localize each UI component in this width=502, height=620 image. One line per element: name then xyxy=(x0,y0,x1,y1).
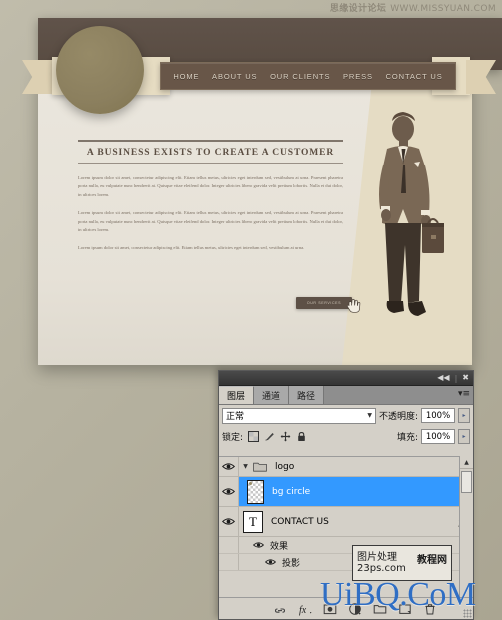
top-watermark-url: WWW.MISSYUAN.COM xyxy=(390,4,496,14)
layer-style-fx-icon[interactable]: fx xyxy=(298,602,312,616)
body-paragraph-1: Lorem ipsum dolor sit amet, consectetur … xyxy=(78,175,343,197)
uibq-watermark: UiBQ.CoM xyxy=(320,576,476,613)
lock-position-move-icon[interactable] xyxy=(280,431,291,442)
collapse-icon[interactable]: ◀◀ xyxy=(437,374,449,382)
eye-icon[interactable] xyxy=(253,541,264,549)
mockup-content-column: A BUSINESS EXISTS TO CREATE A CUSTOMER L… xyxy=(78,140,343,253)
ribbon-tail-left xyxy=(22,60,52,94)
layer-name-bg-circle: bg circle xyxy=(272,486,311,497)
fill-input[interactable]: 100% xyxy=(421,429,455,444)
cta-button-label: OUR SERVICES xyxy=(306,301,342,305)
cta-button-wrapper: OUR SERVICES xyxy=(296,297,361,313)
top-watermark: 思缘设计论坛 WWW.MISSYUAN.COM xyxy=(330,3,496,15)
watermark-box-left: 图片处理 23ps.com xyxy=(353,552,406,574)
link-layers-icon[interactable] xyxy=(273,602,287,616)
our-services-button[interactable]: OUR SERVICES xyxy=(296,297,352,309)
thumbnail-content-dot xyxy=(249,481,252,485)
tab-layers[interactable]: 图层 xyxy=(219,386,255,404)
lock-all-padlock-icon[interactable] xyxy=(296,431,307,442)
opacity-slider-arrow-icon[interactable]: ▸ xyxy=(458,408,470,423)
eye-icon[interactable] xyxy=(222,487,235,496)
businessman-illustration xyxy=(379,112,444,316)
effect-label-drop-shadow: 投影 xyxy=(282,558,301,569)
svg-text:fx: fx xyxy=(299,605,307,616)
scrollbar-thumb[interactable] xyxy=(461,471,472,493)
visibility-cell-contact-us xyxy=(219,507,239,536)
lock-row: 锁定: 填充: 100% ▸ xyxy=(219,426,473,447)
layer-row-bg-circle[interactable]: bg circle xyxy=(219,477,473,507)
tab-channels[interactable]: 通道 xyxy=(254,386,290,404)
nav-item-our-clients[interactable]: OUR CLIENTS xyxy=(267,72,333,81)
mockup-page-sheet: A BUSINESS EXISTS TO CREATE A CUSTOMER L… xyxy=(38,70,472,365)
panel-titlebar: ◀◀ | ✖ xyxy=(219,371,473,386)
titlebar-separator: | xyxy=(454,373,458,383)
fill-label: 填充: xyxy=(396,433,418,443)
watermark-line-1: 图片处理 xyxy=(357,552,397,563)
fill-slider-arrow-icon[interactable]: ▸ xyxy=(458,429,470,444)
lock-transparent-pixels-icon[interactable] xyxy=(248,431,260,442)
watermark-line-2: 23ps.com xyxy=(357,563,406,574)
layer-name-logo: logo xyxy=(275,461,295,472)
lock-image-pixels-brush-icon[interactable] xyxy=(264,431,275,442)
visibility-cell-logo xyxy=(219,457,239,476)
headline-rule-bottom xyxy=(78,163,343,164)
visibility-cell-drop-shadow xyxy=(219,554,239,570)
body-paragraph-2: Lorem ipsum dolor sit amet, consectetur … xyxy=(78,210,343,233)
site-navigation-bar: HOME ABOUT US OUR CLIENTS PRESS CONTACT … xyxy=(160,62,456,90)
hand-cursor-icon xyxy=(346,299,361,313)
blend-mode-row: 正常 ▼ 不透明度: 100% ▸ xyxy=(219,405,473,426)
website-mockup-preview: A BUSINESS EXISTS TO CREATE A CUSTOMER L… xyxy=(0,0,502,400)
panel-tab-strip: 图层 通道 路径 ▾≡ xyxy=(219,386,473,405)
body-paragraph-3: Lorem ipsum dolor sit amet, consectetur … xyxy=(78,245,305,251)
layer-thumbnail-text[interactable]: T xyxy=(243,510,263,533)
tab-paths[interactable]: 路径 xyxy=(289,386,325,404)
nav-item-press[interactable]: PRESS xyxy=(340,72,376,81)
nav-item-contact-us[interactable]: CONTACT US xyxy=(383,72,446,81)
group-disclosure-triangle-icon[interactable]: ▼ xyxy=(239,463,252,470)
scroll-up-arrow-icon[interactable]: ▲ xyxy=(460,456,473,469)
nav-item-home[interactable]: HOME xyxy=(170,72,202,81)
eye-icon[interactable] xyxy=(222,462,235,471)
logo-circle xyxy=(56,26,144,114)
layer-row-logo-group[interactable]: ▼ logo xyxy=(219,457,473,477)
opacity-label: 不透明度: xyxy=(378,412,418,422)
visibility-cell-bg-circle xyxy=(219,477,239,506)
nav-item-about-us[interactable]: ABOUT US xyxy=(209,72,260,81)
visibility-cell-effects xyxy=(219,537,239,553)
ribbon-tail-right xyxy=(466,60,496,94)
layer-name-contact-us: CONTACT US xyxy=(271,516,329,527)
eye-icon[interactable] xyxy=(222,517,235,526)
chevron-down-icon: ▼ xyxy=(367,412,372,419)
folder-icon xyxy=(253,462,267,472)
close-icon[interactable]: ✖ xyxy=(462,374,469,382)
top-watermark-cn: 思缘设计论坛 xyxy=(329,4,387,14)
panel-menu-icon[interactable]: ▾≡ xyxy=(458,389,470,399)
lock-icon-group xyxy=(248,431,307,442)
lock-label: 锁定: xyxy=(222,433,244,443)
watermark-box-right: 教程网 xyxy=(417,555,447,566)
effects-group-label: 效果 xyxy=(270,541,289,552)
layer-thumbnail-bg-circle[interactable] xyxy=(247,479,264,504)
opacity-input[interactable]: 100% xyxy=(421,408,455,423)
blend-mode-select[interactable]: 正常 ▼ xyxy=(222,407,376,424)
headline-rule-top xyxy=(78,140,343,142)
page-headline: A BUSINESS EXISTS TO CREATE A CUSTOMER xyxy=(86,148,335,158)
eye-icon[interactable] xyxy=(265,558,276,566)
layer-row-contact-us[interactable]: T CONTACT US fx xyxy=(219,507,473,537)
blend-mode-value: 正常 xyxy=(226,412,245,422)
